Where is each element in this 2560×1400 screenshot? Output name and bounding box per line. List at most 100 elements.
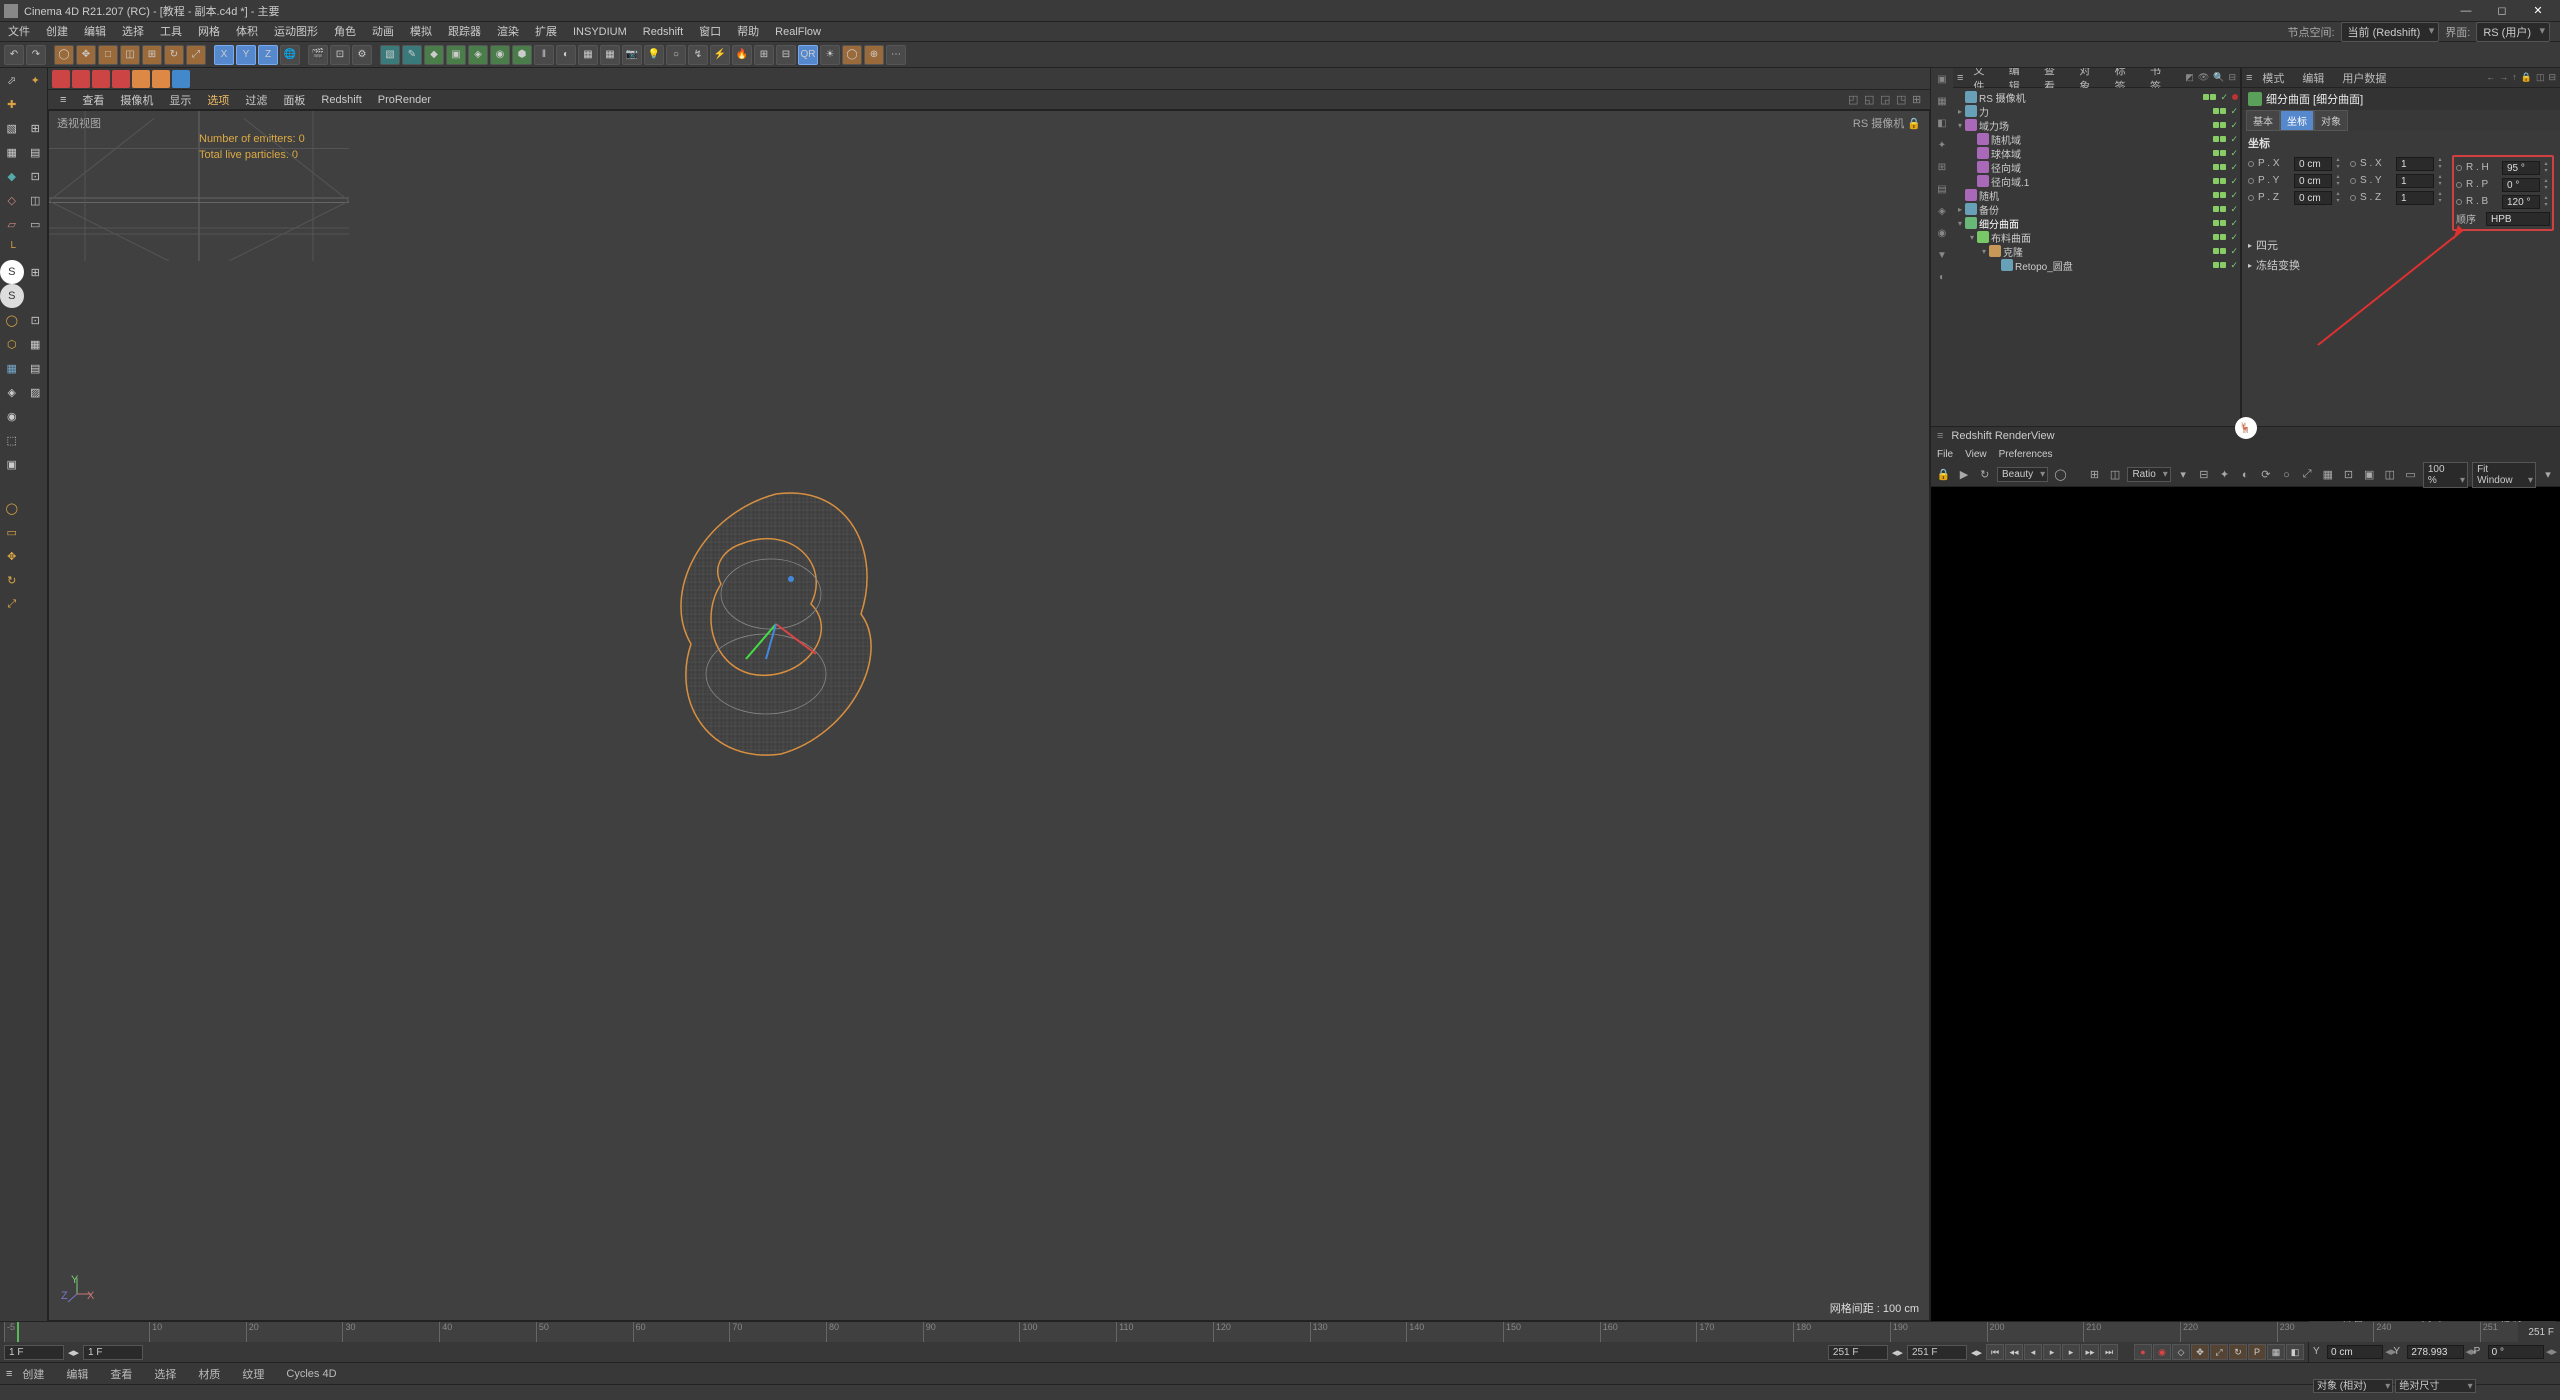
menu-动画[interactable]: 动画 xyxy=(364,22,402,42)
timeline[interactable]: -510203040506070809010011012013014015016… xyxy=(0,1322,2560,1342)
pos-z-field[interactable]: 0 cm xyxy=(2294,191,2332,205)
sel-scale[interactable]: ⤢ xyxy=(0,592,24,616)
attr-nav-up[interactable]: ↑ xyxy=(2512,72,2517,83)
axis-z-button[interactable]: Z xyxy=(258,45,278,65)
attr-tab-对象[interactable]: 对象 xyxy=(2314,110,2348,131)
key-scale[interactable]: ⤢ xyxy=(2210,1344,2228,1360)
snap-1[interactable]: ◯ xyxy=(0,308,24,332)
obj-hdr-icon-2[interactable]: 👁 xyxy=(2198,72,2209,83)
cp-size-Y[interactable]: 278.993 cm xyxy=(2407,1345,2463,1359)
obj-hdr-icon-4[interactable]: ⊟ xyxy=(2228,72,2236,83)
obj-side-2[interactable]: ▦ xyxy=(1931,90,1953,112)
vp-icon-5[interactable]: ⊞ xyxy=(1912,93,1924,106)
rv-btn-5[interactable]: ✦ xyxy=(2216,466,2233,484)
misc-1[interactable]: ○ xyxy=(666,45,686,65)
next-key-button[interactable]: ▸▸ xyxy=(2081,1344,2099,1360)
rv-btn-2[interactable]: ⊞ xyxy=(2086,466,2103,484)
tree-row-8[interactable]: ▸备份✓ xyxy=(1953,202,2240,216)
rv-menu-preferences[interactable]: Preferences xyxy=(1999,449,2053,460)
menu-文件[interactable]: 文件 xyxy=(0,22,38,42)
tool-3[interactable]: □ xyxy=(98,45,118,65)
field-button[interactable]: ◐ xyxy=(556,45,576,65)
tree-row-3[interactable]: 随机域✓ xyxy=(1953,132,2240,146)
move-tool[interactable]: ✦ xyxy=(24,68,48,92)
rot-p-field[interactable]: 0 ° xyxy=(2502,178,2540,192)
tool-1[interactable]: ◯ xyxy=(54,45,74,65)
attr-tab-坐标[interactable]: 坐标 xyxy=(2280,110,2314,131)
menu-窗口[interactable]: 窗口 xyxy=(691,22,729,42)
gen-5[interactable]: ⬢ xyxy=(512,45,532,65)
minimize-button[interactable]: — xyxy=(2448,0,2484,22)
menu-insydium[interactable]: INSYDIUM xyxy=(565,22,635,42)
autokey-button[interactable]: ◉ xyxy=(2153,1344,2171,1360)
misc-2[interactable]: ↯ xyxy=(688,45,708,65)
rot-h-field[interactable]: 95 ° xyxy=(2502,161,2540,175)
menu-角色[interactable]: 角色 xyxy=(326,22,364,42)
rv-btn-7[interactable]: ⟳ xyxy=(2257,466,2274,484)
rv-btn-6[interactable]: ◐ xyxy=(2237,466,2254,484)
grid-icon[interactable]: ⊞ xyxy=(24,116,48,140)
poly-mode[interactable]: ▱ xyxy=(0,212,24,236)
shelf-cube-7[interactable] xyxy=(172,70,190,88)
misc-10[interactable]: ⊕ xyxy=(864,45,884,65)
goto-end-button[interactable]: ⏭ xyxy=(2100,1344,2118,1360)
sel-move[interactable]: ✥ xyxy=(0,544,24,568)
scale-y-field[interactable]: 1 xyxy=(2396,174,2434,188)
obj-side-8[interactable]: ◉ xyxy=(1931,222,1953,244)
key-opt-3[interactable]: ◧ xyxy=(2286,1344,2304,1360)
menu-扩展[interactable]: 扩展 xyxy=(527,22,565,42)
attr-menu-0[interactable]: 模式 xyxy=(2262,70,2284,86)
menu-渲染[interactable]: 渲染 xyxy=(489,22,527,42)
perspective-viewport[interactable]: 透视视图 RS 摄像机 🔒 Number of emitters: 0 Tota… xyxy=(48,110,1930,1321)
obj-hdr-icon-3[interactable]: 🔍 xyxy=(2213,72,2224,83)
freeze-section[interactable]: ▸冻结变换 xyxy=(2242,255,2560,275)
vp-menu-5[interactable]: 面板 xyxy=(275,92,313,108)
rv-btn-1[interactable]: ◯ xyxy=(2052,466,2069,484)
rv-zoom-field[interactable]: 100 % xyxy=(2423,462,2468,488)
attr-lock-icon[interactable]: 🔒 xyxy=(2521,72,2532,83)
sel-rect[interactable]: ▭ xyxy=(0,520,24,544)
coord-mode-2[interactable]: 绝对尺寸 xyxy=(2395,1379,2475,1393)
scene-2[interactable]: ▦ xyxy=(600,45,620,65)
rv-fit-dropdown[interactable]: Fit Window xyxy=(2472,462,2536,488)
texture-mode[interactable]: ▦ xyxy=(0,140,24,164)
rv-btn-4[interactable]: ⊟ xyxy=(2195,466,2212,484)
rv-btn-10[interactable]: ▦ xyxy=(2320,466,2337,484)
object-tree[interactable]: RS 摄像机✓▸力✓▾域力场✓随机域✓球体域✓径向域✓径向域.1✓随机✓▸备份✓… xyxy=(1953,88,2240,426)
deformer-button[interactable]: ‖ xyxy=(534,45,554,65)
close-button[interactable]: ✕ xyxy=(2520,0,2556,22)
key-param[interactable]: P xyxy=(2248,1344,2266,1360)
vp-menu-2[interactable]: 显示 xyxy=(161,92,199,108)
tree-row-4[interactable]: 球体域✓ xyxy=(1953,146,2240,160)
menu-redshift[interactable]: Redshift xyxy=(635,22,691,42)
attr-min-icon[interactable]: ⊟ xyxy=(2548,72,2556,83)
misc-3[interactable]: ⚡ xyxy=(710,45,730,65)
key-opt-1[interactable]: ◇ xyxy=(2172,1344,2190,1360)
rv-btn-13[interactable]: ◫ xyxy=(2382,466,2399,484)
rv-refresh-button[interactable]: ↻ xyxy=(1976,466,1993,484)
attr-nav-fwd[interactable]: → xyxy=(2499,72,2508,83)
layout-dropdown[interactable]: RS (用户) xyxy=(2476,22,2550,42)
snap-3[interactable]: ▦ xyxy=(0,356,24,380)
misc-9[interactable]: ◯ xyxy=(842,45,862,65)
redo-button[interactable]: ↷ xyxy=(26,45,46,65)
shelf-cube-3[interactable] xyxy=(92,70,110,88)
cp-pos-Y[interactable]: 0 cm xyxy=(2327,1345,2383,1359)
tree-row-6[interactable]: 径向域.1✓ xyxy=(1953,174,2240,188)
rv-channel-dropdown[interactable]: Beauty xyxy=(1997,467,2048,482)
obj-side-5[interactable]: ⊞ xyxy=(1931,156,1953,178)
prev-frame-button[interactable]: ◂ xyxy=(2024,1344,2042,1360)
vp-menu-7[interactable]: ProRender xyxy=(370,94,439,106)
obj-side-3[interactable]: ◧ xyxy=(1931,112,1953,134)
mat-menu-0[interactable]: 创建 xyxy=(22,1366,44,1382)
maximize-button[interactable]: ◻ xyxy=(2484,0,2520,22)
add-tool[interactable]: ✚ xyxy=(0,92,24,116)
sel-rot[interactable]: ↻ xyxy=(0,568,24,592)
rot-b-field[interactable]: 120 ° xyxy=(2502,195,2540,209)
tool-6[interactable]: ↻ xyxy=(164,45,184,65)
vp-icon-4[interactable]: ◳ xyxy=(1896,93,1908,106)
sel-live[interactable]: ◯ xyxy=(0,496,24,520)
mat-menu-3[interactable]: 选择 xyxy=(154,1366,176,1382)
tool-7[interactable]: ⤢ xyxy=(186,45,206,65)
attr-nav-back[interactable]: ← xyxy=(2486,72,2495,83)
